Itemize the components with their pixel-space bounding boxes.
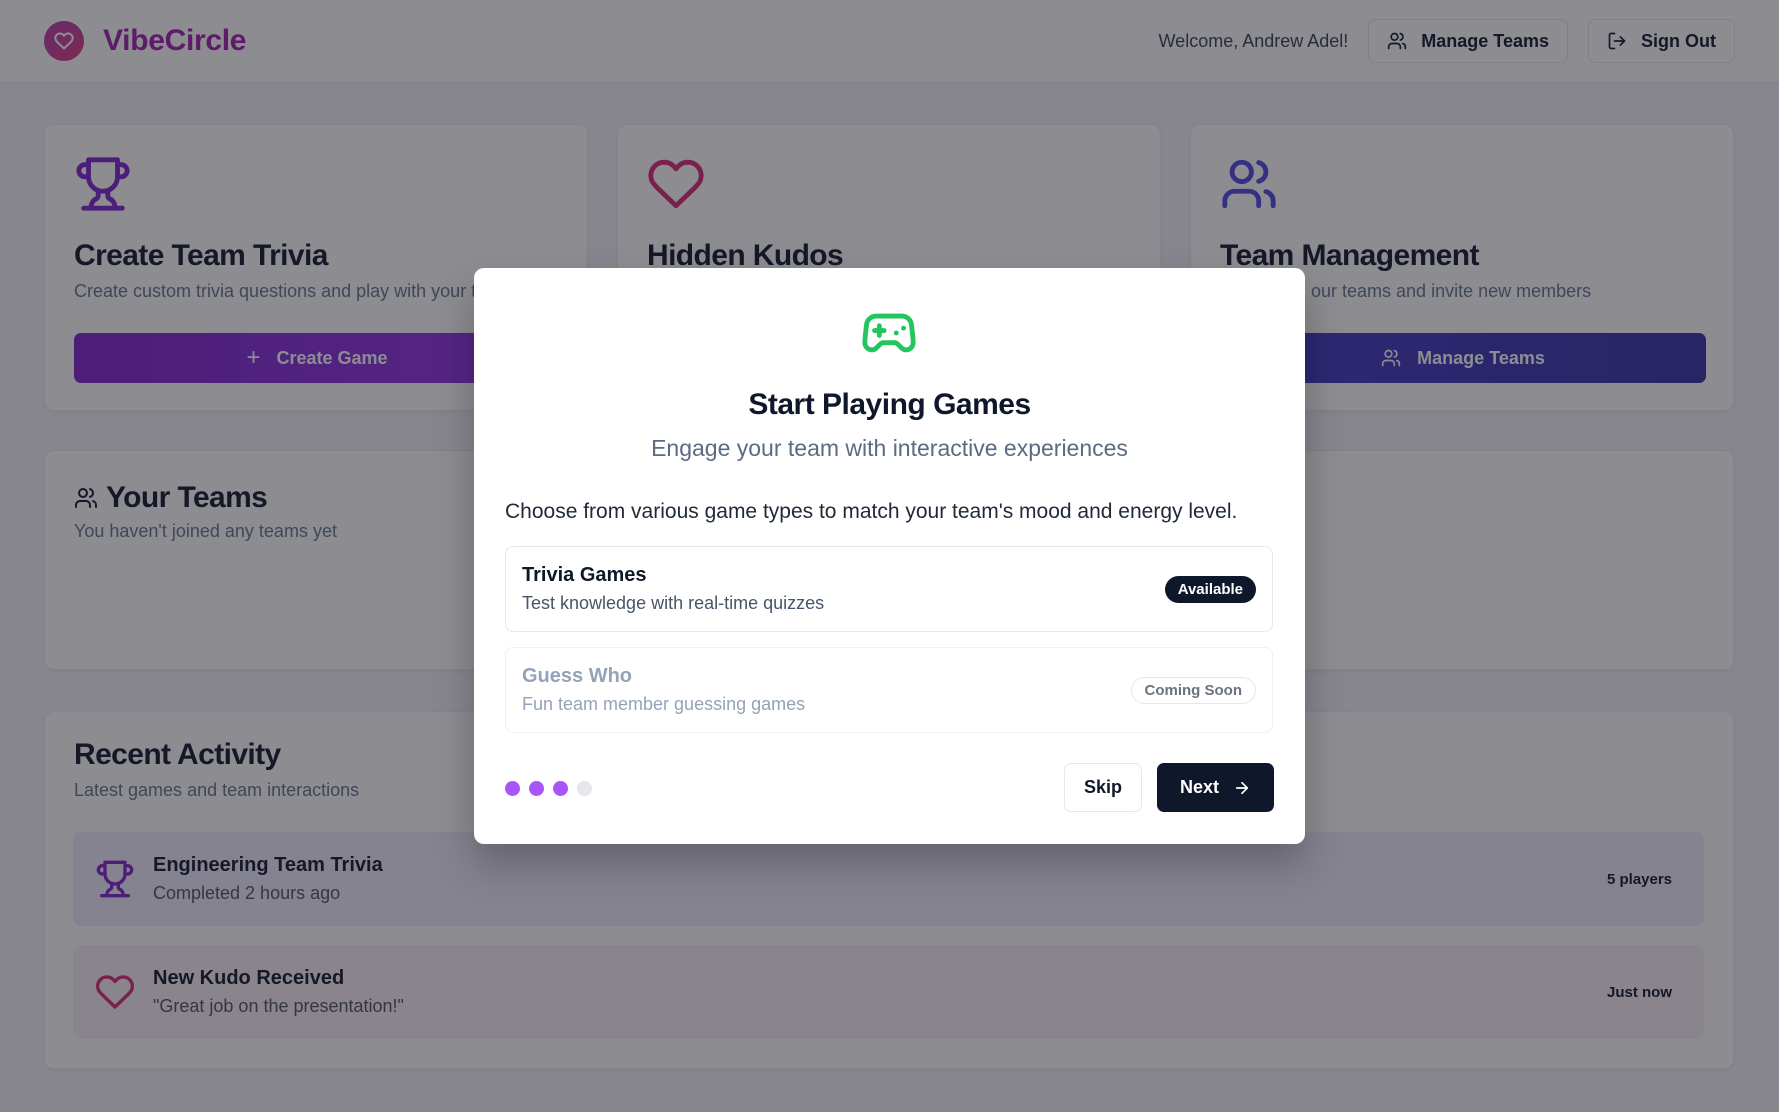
step-dot-inactive[interactable] (577, 781, 592, 796)
step-dot-active[interactable] (529, 781, 544, 796)
option-trivia-games[interactable]: Trivia Games Test knowledge with real-ti… (505, 546, 1273, 632)
option-title: Guess Who (522, 665, 633, 687)
status-badge: Coming Soon (1130, 676, 1256, 704)
step-dot-active[interactable] (553, 781, 568, 796)
modal-title: Start Playing Games (748, 388, 1031, 421)
next-label: Next (1179, 777, 1219, 797)
onboarding-modal: Start Playing Games Engage your team wit… (474, 268, 1305, 844)
step-dot-active[interactable] (505, 781, 520, 796)
option-title: Trivia Games (522, 564, 647, 586)
gamepad-icon (860, 304, 918, 367)
skip-button[interactable]: Skip (1064, 763, 1142, 812)
arrow-right-icon (1235, 781, 1249, 794)
modal-description: Choose from various game types to match … (505, 500, 1238, 523)
option-subtitle: Test knowledge with real-time quizzes (522, 593, 825, 613)
option-subtitle: Fun team member guessing games (522, 694, 806, 714)
next-button[interactable]: Next (1157, 763, 1274, 812)
option-guess-who: Guess Who Fun team member guessing games… (505, 647, 1273, 733)
modal-subtitle: Engage your team with interactive experi… (651, 435, 1128, 461)
status-badge: Available (1164, 575, 1256, 603)
step-indicator (505, 781, 592, 796)
